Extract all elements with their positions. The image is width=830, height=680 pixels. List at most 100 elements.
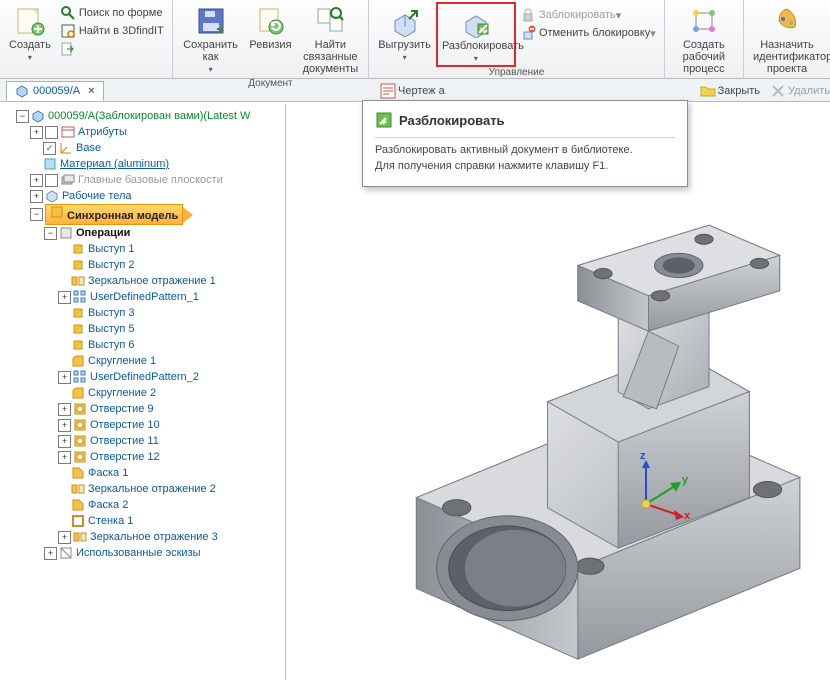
tree-expand-icon[interactable]: + — [58, 451, 71, 464]
hole-icon — [73, 402, 87, 416]
create-wf-label: Создать рабочий процесс — [674, 39, 734, 75]
part-icon — [15, 84, 29, 98]
upload-button[interactable]: Выгрузить ▾ — [373, 2, 436, 65]
tree-collapse-icon[interactable]: − — [30, 208, 43, 221]
tree-op-item[interactable]: Стенка 1 — [88, 513, 133, 529]
cancel-lock-button[interactable]: Отменить блокировку ▾ — [518, 24, 658, 42]
tree-op-item[interactable]: Выступ 3 — [88, 305, 135, 321]
close-label: Закрыть — [718, 85, 760, 97]
attributes-icon — [61, 125, 75, 139]
create-workflow-button[interactable]: Создать рабочий процесс — [669, 2, 739, 78]
tree-used-sketches[interactable]: Использованные эскизы — [76, 545, 201, 561]
folder-close-icon — [700, 83, 716, 99]
chamfer-icon — [71, 466, 85, 480]
3d-viewport[interactable]: Разблокировать Разблокировать активный д… — [286, 104, 830, 680]
dropdown-caret-icon: ▾ — [403, 53, 407, 62]
create-icon — [14, 5, 46, 37]
tree-op-item[interactable]: Скругление 2 — [88, 385, 156, 401]
find-3d-label: Найти в 3DfindIT — [79, 25, 164, 37]
chamfer-icon — [71, 498, 85, 512]
tree-op-item[interactable]: Отверстие 11 — [90, 433, 159, 449]
tree-expand-icon[interactable]: + — [58, 419, 71, 432]
lock-icon — [520, 7, 536, 23]
tree-op-item[interactable]: UserDefinedPattern_2 — [90, 369, 199, 385]
assign-id-icon — [771, 5, 803, 37]
workflow-icon — [688, 5, 720, 37]
feature-tree[interactable]: − 000059/A(Заблокирован вами)(Latest W + А… — [0, 104, 286, 680]
tab-close-button[interactable]: × — [88, 85, 94, 97]
tree-expand-icon[interactable]: + — [58, 371, 71, 384]
part-icon — [31, 109, 45, 123]
tree-base[interactable]: Base — [76, 140, 101, 156]
tree-expand-icon[interactable]: + — [58, 435, 71, 448]
unlock-label: Разблокировать — [442, 40, 510, 52]
tree-op-item[interactable]: Отверстие 9 — [90, 401, 154, 417]
save-as-button[interactable]: Сохранить как ▾ — [177, 2, 245, 77]
boss-icon — [71, 322, 85, 336]
tree-op-item[interactable]: Скругление 1 — [88, 353, 156, 369]
tree-op-item[interactable]: UserDefinedPattern_1 — [90, 289, 199, 305]
tree-op-item[interactable]: Зеркальное отражение 1 — [88, 273, 216, 289]
find-3dfindit-button[interactable]: Найти в 3DfindIT — [58, 22, 166, 40]
mirror-icon — [71, 482, 85, 496]
wall-icon — [71, 514, 85, 528]
create-button[interactable]: Создать ▾ — [4, 2, 56, 65]
tree-op-item[interactable]: Зеркальное отражение 3 — [90, 529, 218, 545]
tree-selected-node[interactable]: Синхронная модель — [45, 204, 183, 225]
checkbox[interactable] — [45, 174, 58, 187]
document-tab[interactable]: 000059/A × — [6, 81, 104, 101]
tree-expand-icon[interactable]: + — [30, 190, 43, 203]
delete-button[interactable]: Удалить — [770, 83, 830, 99]
tree-bodies[interactable]: Рабочие тела — [62, 188, 132, 204]
tree-expand-icon[interactable]: + — [58, 291, 71, 304]
mirror-icon — [71, 274, 85, 288]
find-linked-docs-button[interactable]: Найти связанные документы — [297, 2, 365, 78]
drawing-button[interactable]: Чертеж а — [380, 83, 445, 99]
planes-icon — [61, 173, 75, 187]
unlock-icon — [460, 6, 492, 38]
tree-expand-icon[interactable]: + — [58, 403, 71, 416]
revision-label: Ревизия — [249, 39, 291, 51]
tree-op-item[interactable]: Фаска 1 — [88, 465, 128, 481]
tree-op-item[interactable]: Отверстие 10 — [90, 417, 160, 433]
tree-op-item[interactable]: Выступ 2 — [88, 257, 135, 273]
close-doc-button[interactable]: Закрыть — [700, 83, 760, 99]
unlock-button[interactable]: Разблокировать ▾ — [436, 2, 516, 67]
tree-expand-icon[interactable]: + — [30, 126, 43, 139]
sync-model-icon — [50, 205, 64, 219]
pattern-icon — [73, 290, 87, 304]
tree-collapse-icon[interactable]: − — [44, 227, 57, 240]
pattern-icon — [73, 370, 87, 384]
tree-op-item[interactable]: Фаска 2 — [88, 497, 128, 513]
tree-expand-icon[interactable]: + — [58, 531, 71, 544]
tree-attributes[interactable]: Атрибуты — [78, 124, 127, 140]
tree-op-item[interactable]: Выступ 6 — [88, 337, 135, 353]
tooltip-desc: Разблокировать активный документ в библи… — [375, 144, 675, 156]
tree-op-item[interactable]: Выступ 5 — [88, 321, 135, 337]
dropdown-caret-icon: ▾ — [209, 65, 213, 74]
tree-op-item[interactable]: Выступ 1 — [88, 241, 135, 257]
dropdown-caret-icon: ▾ — [474, 54, 478, 63]
tree-op-item[interactable]: Отверстие 12 — [90, 449, 160, 465]
assign-project-id-button[interactable]: Назначить идентификатор проекта — [748, 2, 826, 78]
tree-expand-icon[interactable]: + — [44, 547, 57, 560]
tree-operations[interactable]: Операции — [76, 225, 130, 241]
boss-icon — [71, 258, 85, 272]
tab-label: 000059/A — [33, 85, 80, 97]
lock-button[interactable]: Заблокировать ▾ — [518, 6, 658, 24]
dropdown-caret-icon: ▾ — [616, 9, 622, 22]
checkbox[interactable] — [45, 126, 58, 139]
search-by-form-button[interactable]: Поиск по форме — [58, 4, 166, 22]
doc-arrow-icon — [60, 41, 76, 57]
tree-op-item[interactable]: Зеркальное отражение 2 — [88, 481, 216, 497]
tree-root-label[interactable]: 000059/A(Заблокирован вами)(Latest W — [48, 108, 250, 124]
tree-expand-icon[interactable]: + — [30, 174, 43, 187]
revision-button[interactable]: Ревизия — [244, 2, 296, 64]
tree-planes[interactable]: Главные базовые плоскости — [78, 172, 223, 188]
tree-collapse-icon[interactable]: − — [16, 110, 29, 123]
extra-small-button[interactable] — [58, 40, 166, 58]
checkbox[interactable]: ✓ — [43, 142, 56, 155]
group-document-label: Документ — [248, 78, 292, 89]
hole-icon — [73, 450, 87, 464]
tree-material[interactable]: Материал (aluminum) — [60, 156, 169, 172]
